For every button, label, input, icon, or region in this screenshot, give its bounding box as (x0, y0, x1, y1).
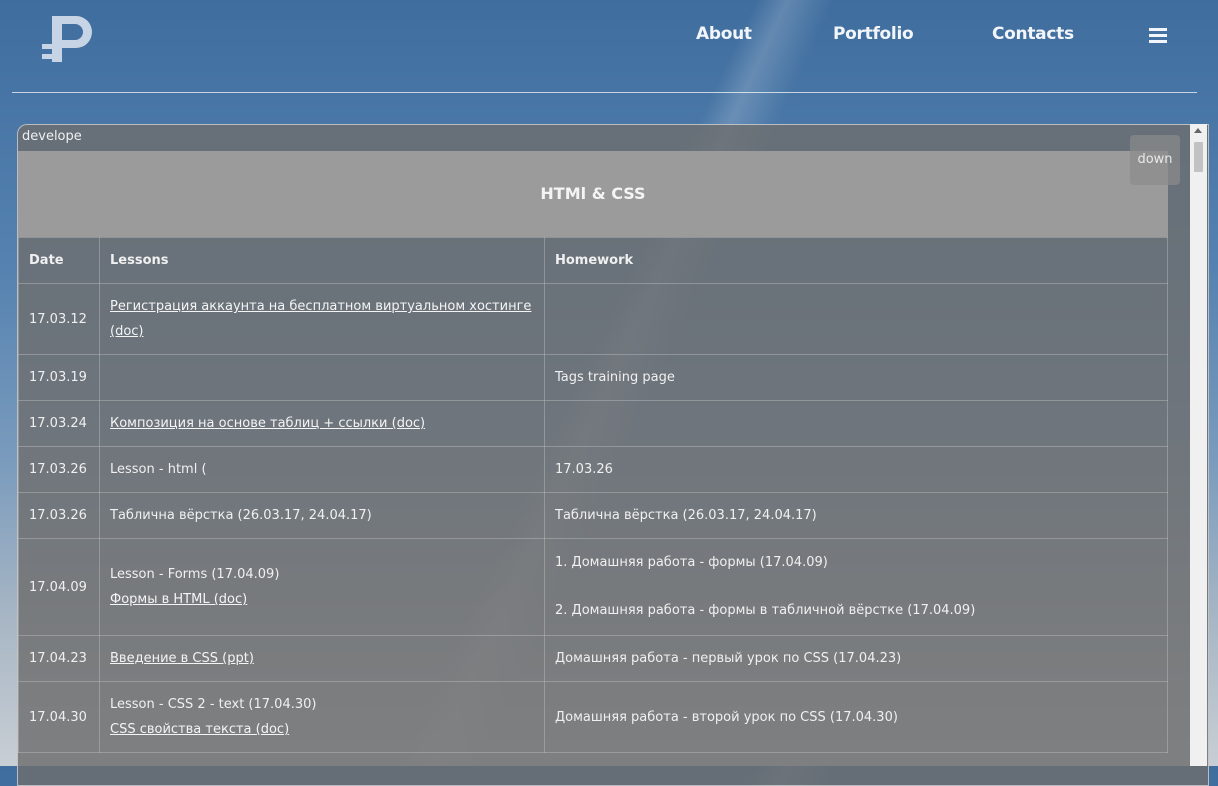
cell-homework: 1. Домашняя работа - формы (17.04.09) 2. … (544, 538, 1168, 636)
cell-lessons: Lesson - CSS 2 - text (17.04.30) CSS свой… (99, 681, 545, 753)
cell-lessons: Введение в CSS (ppt) (99, 635, 545, 682)
hamburger-icon[interactable] (1149, 28, 1167, 44)
nav-about-link[interactable]: About (696, 24, 752, 44)
cell-homework: Домашняя работа - первый урок по CSS (17… (544, 635, 1168, 682)
homework-text: 2. Домашняя работа - формы в табличной в… (555, 603, 976, 618)
column-header-lessons: Lessons (99, 237, 545, 284)
cell-date: 17.04.30 (18, 681, 100, 753)
table-row: 17.03.19 Tags training page (18, 354, 1168, 401)
nav-contacts-link[interactable]: Contacts (992, 24, 1074, 44)
cell-date: 17.04.23 (18, 635, 100, 682)
column-header-date: Date (18, 237, 100, 284)
table-row: 17.04.30 Lesson - CSS 2 - text (17.04.30)… (18, 681, 1168, 753)
lesson-text: Lesson - CSS 2 - text (17.04.30) (110, 697, 317, 712)
cell-date: 17.03.26 (18, 446, 100, 493)
cell-homework: Таблична вёрстка (26.03.17, 24.04.17) (544, 492, 1168, 539)
header-divider (12, 92, 1197, 93)
down-button[interactable]: down (1130, 135, 1180, 185)
cell-homework: Домашняя работа - второй урок по CSS (17… (544, 681, 1168, 753)
lesson-link[interactable]: Формы в HTML (doc) (110, 587, 534, 612)
lesson-text: Таблична вёрстка (26.03.17, 24.04.17) (110, 508, 372, 523)
cell-date: 17.04.09 (18, 538, 100, 636)
table-header-row: Date Lessons Homework (18, 237, 1168, 284)
table-row: 17.03.24 Композиция на основе таблиц + сс… (18, 400, 1168, 447)
homework-text: Tags training page (555, 370, 675, 385)
nav-portfolio-link[interactable]: Portfolio (833, 24, 914, 44)
lesson-link[interactable]: Композиция на основе таблиц + ссылки (do… (110, 411, 534, 436)
lesson-link[interactable]: CSS свойства текста (doc) (110, 717, 534, 742)
homework-text: Таблична вёрстка (26.03.17, 24.04.17) (555, 508, 817, 523)
cell-lessons: Lesson - Forms (17.04.09) Формы в HTML (d… (99, 538, 545, 636)
cell-homework: 17.03.26 (544, 446, 1168, 493)
lesson-link[interactable]: Регистрация аккаунта на бесплатном вирту… (110, 294, 534, 344)
homework-text: Домашняя работа - второй урок по CSS (17… (555, 709, 898, 725)
cell-homework: Tags training page (544, 354, 1168, 401)
panel-title: develope (22, 129, 82, 144)
scrollbar[interactable] (1190, 124, 1207, 766)
homework-text: Домашняя работа - первый урок по CSS (17… (555, 651, 902, 666)
table-row: 17.03.12 Регистрация аккаунта на бесплатн… (18, 283, 1168, 355)
cell-lessons (99, 354, 545, 401)
table-row: 17.03.26 Таблична вёрстка (26.03.17, 24.0… (18, 492, 1168, 539)
cell-lessons: Регистрация аккаунта на бесплатном вирту… (99, 283, 545, 355)
scroll-up-arrow-icon[interactable] (1194, 128, 1202, 133)
table-row: 17.03.26 Lesson - html ( 17.03.26 (18, 446, 1168, 493)
cell-lessons: Lesson - html ( (99, 446, 545, 493)
lesson-text: Lesson - Forms (17.04.09) (110, 567, 280, 582)
lesson-text: Lesson - html ( (110, 462, 207, 477)
lesson-link[interactable]: Введение в CSS (ppt) (110, 646, 534, 671)
cell-homework (544, 400, 1168, 447)
cell-date: 17.03.12 (18, 283, 100, 355)
cell-homework (544, 283, 1168, 355)
cell-lessons: Композиция на основе таблиц + ссылки (do… (99, 400, 545, 447)
table-row: 17.04.23 Введение в CSS (ppt) Домашняя раб… (18, 635, 1168, 682)
table-row: 17.04.09 Lesson - Forms (17.04.09) Формы в… (18, 538, 1168, 636)
content-panel: develope HTMl & CSS Date Lessons Homewor… (17, 124, 1209, 786)
top-nav: About Portfolio Contacts (0, 24, 1218, 52)
column-header-homework: Homework (544, 237, 1168, 284)
cell-date: 17.03.26 (18, 492, 100, 539)
scrollbar-thumb[interactable] (1194, 142, 1203, 172)
cell-lessons: Таблична вёрстка (26.03.17, 24.04.17) (99, 492, 545, 539)
homework-text: 17.03.26 (555, 462, 613, 477)
cell-date: 17.03.19 (18, 354, 100, 401)
lessons-table: Date Lessons Homework 17.03.12 Регистраци… (18, 237, 1168, 753)
homework-text: 1. Домашняя работа - формы (17.04.09) (555, 555, 828, 570)
table-title: HTMl & CSS (18, 151, 1168, 237)
cell-date: 17.03.24 (18, 400, 100, 447)
